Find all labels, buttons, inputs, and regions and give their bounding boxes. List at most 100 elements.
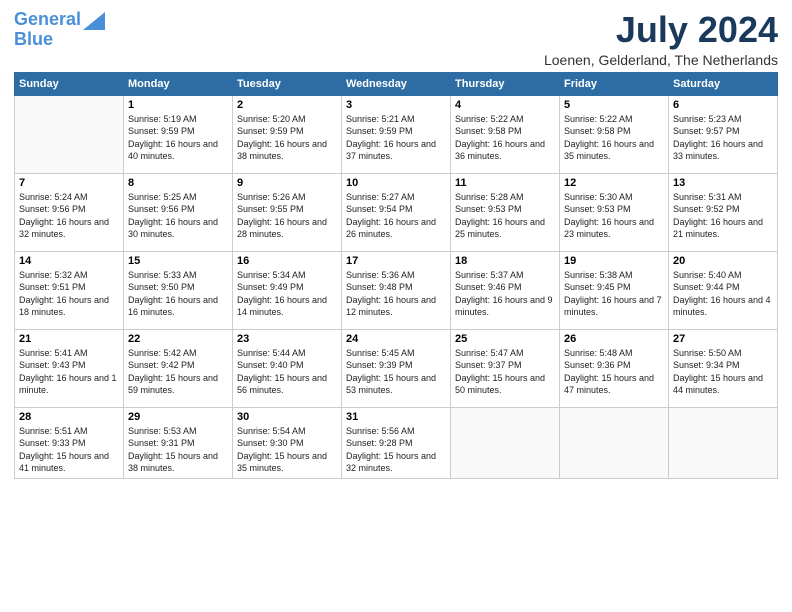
day-info: Sunrise: 5:31 AM Sunset: 9:52 PM Dayligh…: [673, 191, 773, 241]
table-row: 10 Sunrise: 5:27 AM Sunset: 9:54 PM Dayli…: [342, 173, 451, 251]
day-info: Sunrise: 5:36 AM Sunset: 9:48 PM Dayligh…: [346, 269, 446, 319]
day-info: Sunrise: 5:30 AM Sunset: 9:53 PM Dayligh…: [564, 191, 664, 241]
table-row: 13 Sunrise: 5:31 AM Sunset: 9:52 PM Dayli…: [669, 173, 778, 251]
logo-line2: Blue: [14, 29, 53, 49]
table-row: 2 Sunrise: 5:20 AM Sunset: 9:59 PM Daylig…: [233, 95, 342, 173]
table-row: 27 Sunrise: 5:50 AM Sunset: 9:34 PM Dayli…: [669, 329, 778, 407]
day-number: 26: [564, 333, 664, 345]
table-row: 20Sunrise: 5:40 AM Sunset: 9:44 PM Dayli…: [669, 251, 778, 329]
day-info: Sunrise: 5:53 AM Sunset: 9:31 PM Dayligh…: [128, 425, 228, 475]
table-row: 7 Sunrise: 5:24 AM Sunset: 9:56 PM Daylig…: [15, 173, 124, 251]
day-info: Sunrise: 5:51 AM Sunset: 9:33 PM Dayligh…: [19, 425, 119, 475]
day-info: Sunrise: 5:27 AM Sunset: 9:54 PM Dayligh…: [346, 191, 446, 241]
location: Loenen, Gelderland, The Netherlands: [544, 52, 778, 68]
table-row: 28 Sunrise: 5:51 AM Sunset: 9:33 PM Dayli…: [15, 407, 124, 478]
col-friday: Friday: [560, 72, 669, 95]
day-info: Sunrise: 5:24 AM Sunset: 9:56 PM Dayligh…: [19, 191, 119, 241]
day-number: 19: [564, 255, 664, 267]
table-row: 16Sunrise: 5:34 AM Sunset: 9:49 PM Dayli…: [233, 251, 342, 329]
table-row: [451, 407, 560, 478]
table-row: 1 Sunrise: 5:19 AM Sunset: 9:59 PM Daylig…: [124, 95, 233, 173]
day-info: Sunrise: 5:32 AM Sunset: 9:51 PM Dayligh…: [19, 269, 119, 319]
col-wednesday: Wednesday: [342, 72, 451, 95]
day-info: Sunrise: 5:20 AM Sunset: 9:59 PM Dayligh…: [237, 113, 337, 163]
logo-line1: General: [14, 9, 81, 29]
logo-icon: [83, 12, 105, 30]
day-number: 12: [564, 177, 664, 189]
day-info: Sunrise: 5:54 AM Sunset: 9:30 PM Dayligh…: [237, 425, 337, 475]
day-number: 30: [237, 411, 337, 423]
day-number: 11: [455, 177, 555, 189]
day-info: Sunrise: 5:50 AM Sunset: 9:34 PM Dayligh…: [673, 347, 773, 397]
day-info: Sunrise: 5:21 AM Sunset: 9:59 PM Dayligh…: [346, 113, 446, 163]
day-number: 15: [128, 255, 228, 267]
table-row: 25 Sunrise: 5:47 AM Sunset: 9:37 PM Dayli…: [451, 329, 560, 407]
day-info: Sunrise: 5:47 AM Sunset: 9:37 PM Dayligh…: [455, 347, 555, 397]
day-info: Sunrise: 5:33 AM Sunset: 9:50 PM Dayligh…: [128, 269, 228, 319]
day-info: Sunrise: 5:41 AM Sunset: 9:43 PM Dayligh…: [19, 347, 119, 397]
day-info: Sunrise: 5:23 AM Sunset: 9:57 PM Dayligh…: [673, 113, 773, 163]
day-number: 6: [673, 99, 773, 111]
day-info: Sunrise: 5:25 AM Sunset: 9:56 PM Dayligh…: [128, 191, 228, 241]
table-row: 23Sunrise: 5:44 AM Sunset: 9:40 PM Dayli…: [233, 329, 342, 407]
day-number: 25: [455, 333, 555, 345]
logo-text: General Blue: [14, 10, 81, 50]
day-number: 5: [564, 99, 664, 111]
day-number: 22: [128, 333, 228, 345]
header: General Blue July 2024 Loenen, Gelderlan…: [14, 10, 778, 68]
col-sunday: Sunday: [15, 72, 124, 95]
table-row: 24Sunrise: 5:45 AM Sunset: 9:39 PM Dayli…: [342, 329, 451, 407]
title-block: July 2024 Loenen, Gelderland, The Nether…: [544, 10, 778, 68]
table-row: 8 Sunrise: 5:25 AM Sunset: 9:56 PM Daylig…: [124, 173, 233, 251]
day-info: Sunrise: 5:26 AM Sunset: 9:55 PM Dayligh…: [237, 191, 337, 241]
day-number: 1: [128, 99, 228, 111]
day-number: 17: [346, 255, 446, 267]
table-row: [669, 407, 778, 478]
day-info: Sunrise: 5:22 AM Sunset: 9:58 PM Dayligh…: [564, 113, 664, 163]
day-info: Sunrise: 5:56 AM Sunset: 9:28 PM Dayligh…: [346, 425, 446, 475]
day-info: Sunrise: 5:22 AM Sunset: 9:58 PM Dayligh…: [455, 113, 555, 163]
table-row: 9Sunrise: 5:26 AM Sunset: 9:55 PM Daylig…: [233, 173, 342, 251]
day-info: Sunrise: 5:42 AM Sunset: 9:42 PM Dayligh…: [128, 347, 228, 397]
day-number: 20: [673, 255, 773, 267]
table-row: 31 Sunrise: 5:56 AM Sunset: 9:28 PM Dayli…: [342, 407, 451, 478]
day-number: 2: [237, 99, 337, 111]
day-number: 3: [346, 99, 446, 111]
logo: General Blue: [14, 10, 105, 50]
month-year: July 2024: [544, 10, 778, 50]
day-info: Sunrise: 5:28 AM Sunset: 9:53 PM Dayligh…: [455, 191, 555, 241]
col-saturday: Saturday: [669, 72, 778, 95]
day-number: 14: [19, 255, 119, 267]
day-number: 8: [128, 177, 228, 189]
table-row: 19Sunrise: 5:38 AM Sunset: 9:45 PM Dayli…: [560, 251, 669, 329]
table-row: 17 Sunrise: 5:36 AM Sunset: 9:48 PM Dayli…: [342, 251, 451, 329]
day-info: Sunrise: 5:44 AM Sunset: 9:40 PM Dayligh…: [237, 347, 337, 397]
table-row: 22 Sunrise: 5:42 AM Sunset: 9:42 PM Dayli…: [124, 329, 233, 407]
day-number: 27: [673, 333, 773, 345]
day-number: 21: [19, 333, 119, 345]
day-number: 31: [346, 411, 446, 423]
calendar: Sunday Monday Tuesday Wednesday Thursday…: [14, 72, 778, 479]
table-row: 12 Sunrise: 5:30 AM Sunset: 9:53 PM Dayli…: [560, 173, 669, 251]
table-row: 29Sunrise: 5:53 AM Sunset: 9:31 PM Dayli…: [124, 407, 233, 478]
day-info: Sunrise: 5:48 AM Sunset: 9:36 PM Dayligh…: [564, 347, 664, 397]
day-info: Sunrise: 5:19 AM Sunset: 9:59 PM Dayligh…: [128, 113, 228, 163]
day-number: 28: [19, 411, 119, 423]
day-info: Sunrise: 5:37 AM Sunset: 9:46 PM Dayligh…: [455, 269, 555, 319]
table-row: 5 Sunrise: 5:22 AM Sunset: 9:58 PM Daylig…: [560, 95, 669, 173]
table-row: [560, 407, 669, 478]
col-thursday: Thursday: [451, 72, 560, 95]
day-number: 10: [346, 177, 446, 189]
table-row: [15, 95, 124, 173]
day-number: 13: [673, 177, 773, 189]
table-row: 11 Sunrise: 5:28 AM Sunset: 9:53 PM Dayli…: [451, 173, 560, 251]
day-number: 24: [346, 333, 446, 345]
col-monday: Monday: [124, 72, 233, 95]
table-row: 30 Sunrise: 5:54 AM Sunset: 9:30 PM Dayli…: [233, 407, 342, 478]
day-number: 4: [455, 99, 555, 111]
day-number: 7: [19, 177, 119, 189]
table-row: 15 Sunrise: 5:33 AM Sunset: 9:50 PM Dayli…: [124, 251, 233, 329]
day-number: 18: [455, 255, 555, 267]
day-info: Sunrise: 5:34 AM Sunset: 9:49 PM Dayligh…: [237, 269, 337, 319]
table-row: 4 Sunrise: 5:22 AM Sunset: 9:58 PM Daylig…: [451, 95, 560, 173]
